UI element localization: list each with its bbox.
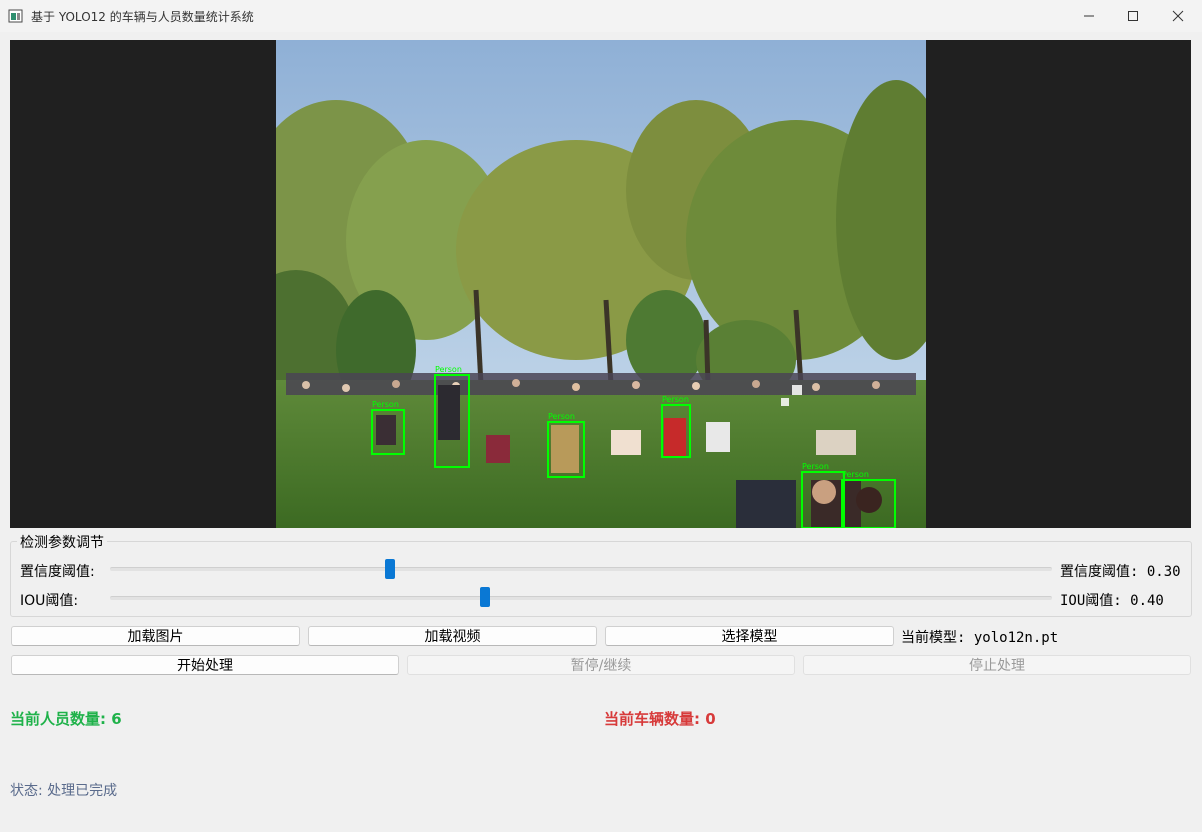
- detection-label: Person: [802, 462, 829, 471]
- detection-label: Person: [842, 470, 869, 479]
- confidence-slider-handle[interactable]: [385, 559, 395, 579]
- iou-label: IOU阈值:: [20, 593, 79, 609]
- detection-label: Person: [662, 395, 689, 404]
- select-model-button[interactable]: 选择模型: [605, 626, 894, 646]
- detection-label: Person: [548, 412, 575, 421]
- window-title: 基于 YOLO12 的车辆与人员数量统计系统: [31, 10, 254, 24]
- title-bar: 基于 YOLO12 的车辆与人员数量统计系统: [0, 0, 1202, 32]
- video-display: Person Person Person Person Person Perso…: [10, 40, 1191, 528]
- params-group-title: 检测参数调节: [17, 532, 107, 552]
- stop-button[interactable]: 停止处理: [803, 655, 1191, 675]
- confidence-slider[interactable]: [110, 567, 1052, 571]
- iou-value: IOU阈值: 0.40: [1060, 593, 1164, 609]
- iou-slider-handle[interactable]: [480, 587, 490, 607]
- close-icon: [1172, 10, 1184, 22]
- pause-resume-button[interactable]: 暂停/继续: [407, 655, 795, 675]
- person-count: 当前人员数量: 6: [10, 710, 122, 728]
- maximize-icon: [1128, 11, 1138, 21]
- iou-slider[interactable]: [110, 596, 1052, 600]
- park-scene-image: Person Person Person Person Person Perso…: [276, 40, 926, 528]
- minimize-icon: [1084, 15, 1094, 17]
- start-button[interactable]: 开始处理: [11, 655, 399, 675]
- vehicle-count: 当前车辆数量: 0: [604, 710, 716, 728]
- current-model-label: 当前模型: yolo12n.pt: [901, 630, 1059, 646]
- load-image-button[interactable]: 加载图片: [11, 626, 300, 646]
- params-groupbox: [10, 541, 1192, 617]
- detection-frame: Person Person Person Person Person Perso…: [276, 40, 926, 528]
- status-text: 状态: 处理已完成: [10, 783, 118, 799]
- detection-label: Person: [435, 365, 462, 374]
- minimize-button[interactable]: [1066, 0, 1112, 32]
- confidence-value: 置信度阈值: 0.30: [1060, 564, 1181, 580]
- maximize-button[interactable]: [1110, 0, 1156, 32]
- close-button[interactable]: [1155, 0, 1201, 32]
- app-icon: [8, 8, 24, 24]
- detection-label: Person: [372, 400, 399, 409]
- load-video-button[interactable]: 加载视频: [308, 626, 597, 646]
- confidence-label: 置信度阈值:: [20, 564, 95, 580]
